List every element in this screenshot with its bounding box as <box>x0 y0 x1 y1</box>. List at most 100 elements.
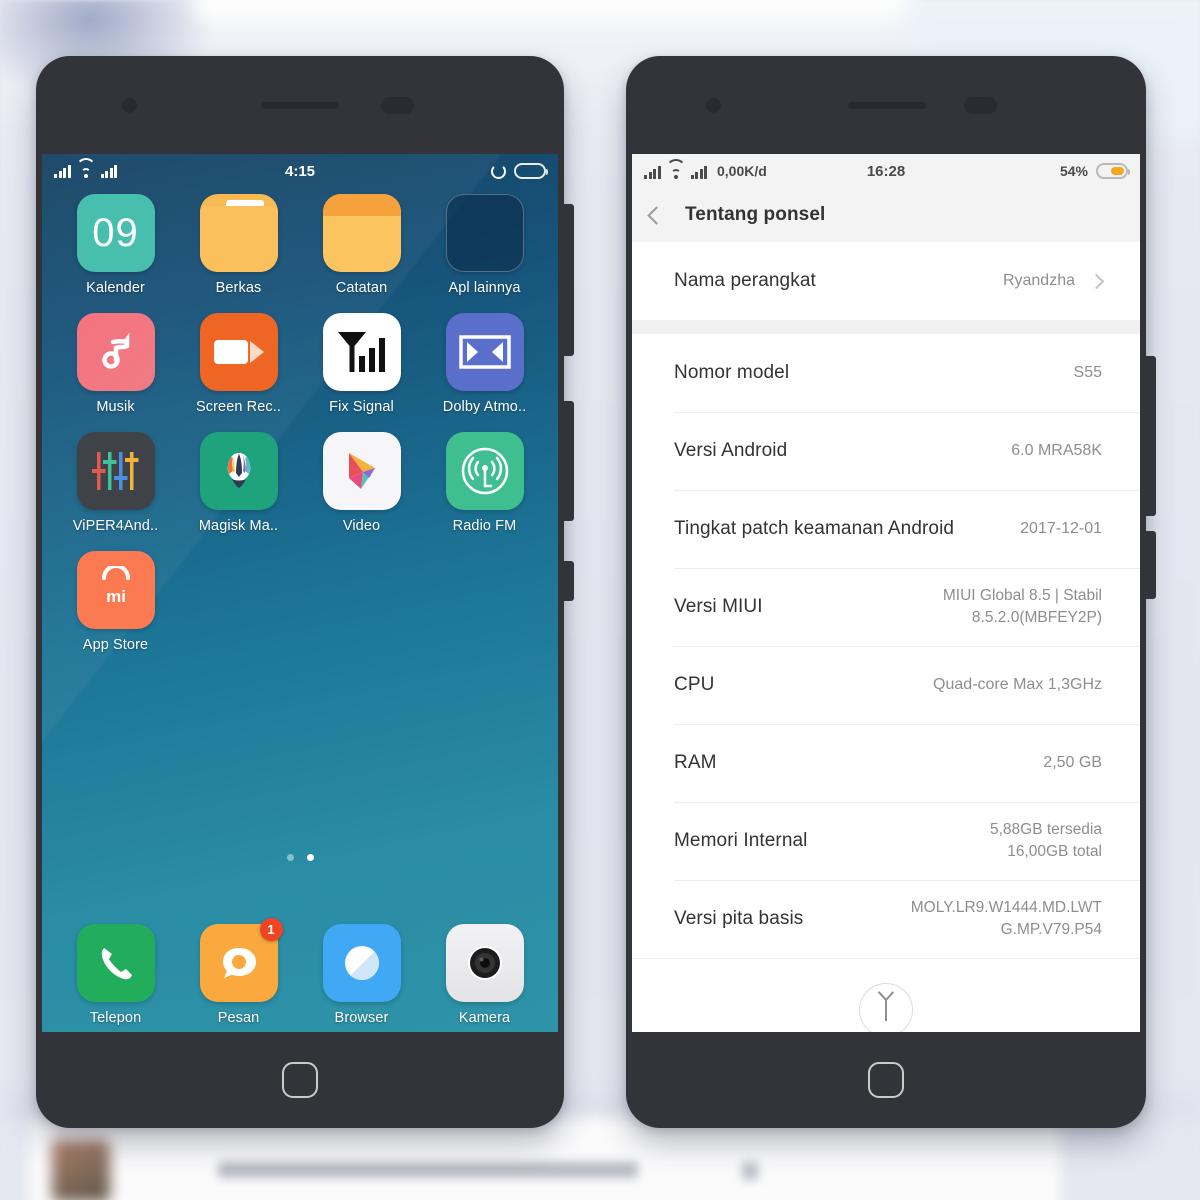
app-label: Berkas <box>215 280 262 296</box>
background-card-top <box>195 0 915 20</box>
settings-row-model-number[interactable]: Nomor model S55 <box>632 334 1140 412</box>
row-value: 2,50 GB <box>1043 754 1102 772</box>
home-clock: 4:15 <box>284 162 316 180</box>
settings-status-bar: 0,00K/d 16:28 54% <box>632 154 1140 188</box>
row-key: Nomor model <box>674 362 790 383</box>
phone-device-left: 4:15 09 Kalender Berkas Catatan Apl lain… <box>36 56 574 1128</box>
sync-circle-icon <box>491 163 506 179</box>
app-label: ViPER4And.. <box>72 518 159 534</box>
app-grid: 09 Kalender Berkas Catatan Apl lainnya M… <box>42 194 558 653</box>
chevron-right-icon <box>1088 273 1105 289</box>
power-button-left-phone[interactable] <box>564 401 574 521</box>
app-label: Apl lainnya <box>448 280 521 296</box>
dock-label: Kamera <box>458 1010 511 1026</box>
notes-icon <box>322 194 401 272</box>
app-magisk-manager[interactable]: Magisk Ma.. <box>177 432 300 534</box>
dock-label: Telepon <box>89 1010 142 1026</box>
app-catatan[interactable]: Catatan <box>300 194 423 296</box>
settings-row-cpu[interactable]: CPU Quad-core Max 1,3GHz <box>632 646 1140 724</box>
settings-group-device: Nama perangkat Ryandzha <box>632 242 1140 320</box>
dock-label: Pesan <box>217 1010 260 1026</box>
app-berkas[interactable]: Berkas <box>177 194 300 296</box>
phone-handset-icon <box>76 924 155 1002</box>
page-title: Tentang ponsel <box>685 204 826 225</box>
power-button-right-phone[interactable] <box>1146 531 1156 599</box>
app-label: Radio FM <box>452 518 517 534</box>
app-label: Musik <box>96 399 135 415</box>
row-value: Quad-core Max 1,3GHz <box>933 676 1102 694</box>
app-video[interactable]: Video <box>300 432 423 534</box>
settings-row-miui-version[interactable]: Versi MIUI MIUI Global 8.5 | Stabil 8.5.… <box>632 568 1140 646</box>
app-viper4android[interactable]: ViPER4And.. <box>54 432 177 534</box>
settings-row-internal-memory[interactable]: Memori Internal 5,88GB tersedia 16,00GB … <box>632 802 1140 880</box>
row-key: Versi Android <box>674 440 788 461</box>
camera-lens-icon <box>445 924 524 1002</box>
settings-row-device-name[interactable]: Nama perangkat Ryandzha <box>632 242 1140 320</box>
app-label: Kalender <box>86 280 145 296</box>
front-camera-icon <box>122 98 137 113</box>
dock-item-pesan[interactable]: 1 Pesan <box>177 918 300 1026</box>
row-key: CPU <box>674 674 715 695</box>
calendar-icon: 09 <box>76 194 155 272</box>
volume-button-right-phone[interactable] <box>1146 356 1156 516</box>
row-value: 2017-12-01 <box>1020 520 1102 538</box>
svg-text:mi: mi <box>106 587 126 606</box>
earpiece-speaker-icon <box>848 102 926 109</box>
battery-icon <box>1096 163 1130 179</box>
home-button-icon[interactable] <box>868 1062 904 1098</box>
app-label: Video <box>342 518 381 534</box>
up-arrow-circle-icon <box>859 983 913 1032</box>
app-kalender[interactable]: 09 Kalender <box>54 194 177 296</box>
battery-percent-label: 54% <box>1059 163 1088 179</box>
phone-device-right: 0,00K/d 16:28 54% Tentang ponsel Nama pe… <box>626 56 1156 1128</box>
dolby-logo-icon <box>445 313 524 391</box>
background-avatar <box>52 1140 110 1200</box>
antenna-signal-icon <box>322 313 401 391</box>
row-value: Ryandzha <box>1002 272 1075 290</box>
app-screen-recorder[interactable]: Screen Rec.. <box>177 313 300 415</box>
settings-row-baseband-version[interactable]: Versi pita basis MOLY.LR9.W1444.MD.LWT G… <box>632 880 1140 958</box>
system-update-button[interactable]: Pembaruan sistem <box>632 958 1140 1032</box>
app-dolby-atmos[interactable]: Dolby Atmo.. <box>423 313 546 415</box>
settings-group-info: Nomor model S55 Versi Android 6.0 MRA58K… <box>632 334 1140 958</box>
background-text-dot <box>742 1162 758 1180</box>
compass-browser-icon <box>322 924 401 1002</box>
app-app-store[interactable]: mi App Store <box>54 551 177 653</box>
proximity-sensor-icon <box>964 97 997 114</box>
app-apl-lainnya[interactable]: Apl lainnya <box>423 194 546 296</box>
settings-row-android-version[interactable]: Versi Android 6.0 MRA58K <box>632 412 1140 490</box>
equalizer-sliders-icon <box>76 432 155 510</box>
phone-top-bezel-left <box>36 56 564 154</box>
row-key: RAM <box>674 752 717 773</box>
phone-top-bezel-right <box>626 56 1146 154</box>
dock-item-telepon[interactable]: Telepon <box>54 924 177 1026</box>
row-key: Tingkat patch keamanan Android <box>674 518 955 539</box>
magisk-mask-icon <box>199 432 278 510</box>
phone-screen-home: 4:15 09 Kalender Berkas Catatan Apl lain… <box>42 154 558 1032</box>
row-value: MOLY.LR9.W1444.MD.LWT G.MP.V79.P54 <box>910 898 1102 938</box>
volume-button-left-phone[interactable] <box>564 204 574 356</box>
video-camera-icon <box>199 313 278 391</box>
row-value: 6.0 MRA58K <box>1011 442 1102 460</box>
home-dock: Telepon 1 Pesan Browser Kamera <box>42 918 558 1026</box>
battery-icon <box>514 163 548 179</box>
side-button-left-phone-3[interactable] <box>564 561 574 601</box>
app-fix-signal[interactable]: Fix Signal <box>300 313 423 415</box>
background-card-bottom <box>30 1118 1060 1200</box>
dock-item-kamera[interactable]: Kamera <box>423 924 546 1026</box>
settings-row-ram[interactable]: RAM 2,50 GB <box>632 724 1140 802</box>
mi-store-bag-icon: mi <box>76 551 155 629</box>
app-radio-fm[interactable]: Radio FM <box>423 432 546 534</box>
app-label: Catatan <box>335 280 388 296</box>
app-label: Fix Signal <box>329 399 394 415</box>
home-button-icon[interactable] <box>282 1062 318 1098</box>
back-chevron-icon[interactable] <box>647 205 666 225</box>
app-musik[interactable]: Musik <box>54 313 177 415</box>
page-indicator-dots <box>42 854 558 861</box>
settings-row-security-patch[interactable]: Tingkat patch keamanan Android 2017-12-0… <box>632 490 1140 568</box>
page-dot-1[interactable] <box>286 854 294 861</box>
row-value: 5,88GB tersedia 16,00GB total <box>989 820 1102 860</box>
dock-item-browser[interactable]: Browser <box>300 924 423 1026</box>
radio-broadcast-icon <box>445 432 524 510</box>
page-dot-2-active[interactable] <box>306 854 314 861</box>
